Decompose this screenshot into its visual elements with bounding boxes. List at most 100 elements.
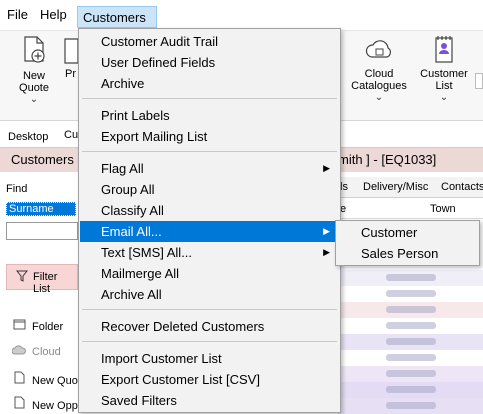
customers-dropdown-menu: Customer Audit Trail User Defined Fields… — [78, 28, 341, 413]
new-quote-label: New Quote — [19, 70, 49, 94]
document-icon — [64, 38, 78, 64]
new-quote-item-label: New Quo — [32, 375, 78, 387]
folder-label: Folder — [32, 321, 64, 333]
menu-item-label: Archive All — [101, 287, 162, 302]
table-row[interactable] — [338, 318, 483, 334]
menu-item-import-customer-list[interactable]: Import Customer List — [80, 348, 339, 369]
chevron-down-icon: ⌄ — [374, 92, 384, 103]
filter-list-button[interactable]: Filter List — [6, 264, 78, 295]
new-quote-item[interactable]: New Quo — [12, 371, 78, 387]
menu-item-label: Print Labels — [101, 108, 170, 123]
email-all-submenu: Customer Sales Person — [335, 220, 480, 266]
submenu-item-label: Sales Person — [361, 246, 439, 261]
new-quote-icon — [24, 36, 45, 63]
menu-file[interactable]: File — [7, 7, 28, 22]
menu-item-label: User Defined Fields — [101, 55, 216, 70]
menu-item-label: Email All... — [101, 224, 162, 239]
table-row[interactable] — [338, 334, 483, 350]
new-quote-small-icon — [12, 371, 26, 387]
tab-customers[interactable]: Cu — [64, 129, 78, 141]
menu-item-label: Group All — [101, 182, 155, 197]
table-row[interactable] — [338, 286, 483, 302]
folder-icon — [12, 319, 26, 333]
menu-item-label: Saved Filters — [101, 393, 177, 408]
menu-item-email-all[interactable]: Email All... ▶ — [80, 221, 339, 242]
menu-item-text-sms-all[interactable]: Text [SMS] All... ▶ — [80, 242, 339, 263]
menu-item-label: Flag All — [101, 161, 144, 176]
table-row[interactable] — [338, 366, 483, 382]
customers-title: Customers — [11, 152, 74, 167]
menu-item-label: Export Customer List [CSV] — [101, 372, 260, 387]
menu-item-archive[interactable]: Archive — [80, 73, 339, 94]
table-row[interactable] — [338, 382, 483, 398]
customer-list-icon — [435, 36, 453, 63]
menu-item-label: Recover Deleted Customers — [101, 319, 265, 334]
tab-desktop[interactable]: Desktop — [8, 131, 48, 143]
submenu-arrow-icon: ▶ — [323, 226, 330, 236]
cloud-catalogues-button[interactable]: Cloud Catalogues ⌄ — [348, 35, 410, 104]
menu-item-user-defined-fields[interactable]: User Defined Fields — [80, 52, 339, 73]
menu-item-label: Mailmerge All — [101, 266, 180, 281]
redacted-cell — [386, 386, 436, 393]
menu-item-export-mailing-list[interactable]: Export Mailing List — [80, 126, 339, 147]
menu-item-customer-audit-trail[interactable]: Customer Audit Trail — [80, 31, 339, 52]
new-opportunity-label: New Opp — [32, 400, 78, 412]
print-button[interactable]: Pr — [62, 35, 78, 80]
submenu-item-sales-person[interactable]: Sales Person — [337, 243, 478, 264]
menu-customers-label: Customers — [83, 10, 146, 25]
submenu-arrow-icon: ▶ — [323, 163, 330, 173]
redacted-cell — [386, 322, 436, 329]
menu-item-export-customer-list-csv[interactable]: Export Customer List [CSV] — [80, 369, 339, 390]
new-opportunity-item[interactable]: New Opp — [12, 396, 78, 412]
table-row[interactable] — [338, 350, 483, 366]
chevron-down-icon: ⌄ — [439, 92, 449, 103]
menu-item-label: Text [SMS] All... — [101, 245, 193, 260]
find-input[interactable] — [6, 222, 78, 240]
table-row[interactable] — [338, 398, 483, 414]
menu-separator — [82, 98, 337, 99]
detail-tabs: ls Delivery/Misc Contacts — [338, 177, 483, 198]
column-header-town[interactable]: Town — [430, 203, 456, 215]
menu-item-label: Archive — [101, 76, 145, 91]
cloud-label: Cloud — [32, 346, 61, 358]
chevron-down-icon: ⌄ — [29, 94, 39, 105]
menu-item-label: Import Customer List — [101, 351, 222, 366]
menu-help[interactable]: Help — [40, 7, 67, 22]
menu-item-label: Customer Audit Trail — [101, 34, 219, 49]
ribbon-scroll-button[interactable] — [475, 73, 483, 89]
menu-item-classify-all[interactable]: Classify All — [80, 200, 339, 221]
menu-item-label: Classify All — [101, 203, 164, 218]
submenu-item-customer[interactable]: Customer — [337, 222, 478, 243]
redacted-cell — [386, 290, 436, 297]
cloud-catalogues-icon — [365, 40, 391, 58]
folder-item[interactable]: Folder — [12, 319, 63, 333]
tab-contacts[interactable]: Contacts — [441, 181, 483, 193]
menu-item-flag-all[interactable]: Flag All ▶ — [80, 158, 339, 179]
menu-separator — [82, 341, 337, 342]
menu-customers[interactable]: Customers — [77, 6, 157, 28]
menu-item-archive-all[interactable]: Archive All — [80, 284, 339, 305]
tab-details[interactable]: ls — [340, 181, 348, 193]
menu-item-group-all[interactable]: Group All — [80, 179, 339, 200]
grid-column-headers: e Town — [338, 200, 483, 219]
filter-list-label: Filter List — [33, 271, 58, 295]
menu-item-mailmerge-all[interactable]: Mailmerge All — [80, 263, 339, 284]
redacted-cell — [386, 370, 436, 377]
customer-record-id: mith ] - [EQ1033] — [338, 152, 437, 167]
cloud-item[interactable]: Cloud — [11, 345, 61, 358]
submenu-arrow-icon: ▶ — [323, 247, 330, 257]
menu-item-print-labels[interactable]: Print Labels — [80, 105, 339, 126]
print-label: Pr — [65, 68, 76, 80]
menu-item-label: Export Mailing List — [101, 129, 208, 144]
table-row[interactable] — [338, 302, 483, 318]
menu-item-recover-deleted-customers[interactable]: Recover Deleted Customers — [80, 316, 339, 337]
find-field-select[interactable]: Surname — [6, 202, 76, 216]
redacted-cell — [386, 338, 436, 345]
cloud-icon — [11, 345, 27, 358]
menu-item-saved-filters[interactable]: Saved Filters — [80, 390, 339, 411]
tab-delivery-misc[interactable]: Delivery/Misc — [363, 181, 428, 193]
new-opportunity-icon — [12, 396, 26, 412]
table-row[interactable] — [338, 270, 483, 286]
new-quote-button[interactable]: New Quote ⌄ — [12, 35, 56, 106]
customer-list-button[interactable]: Customer List ⌄ — [417, 35, 471, 104]
